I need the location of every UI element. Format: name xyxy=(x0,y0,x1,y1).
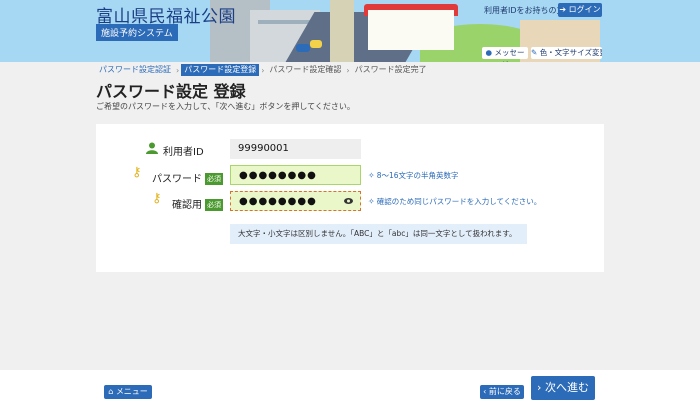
header-illustration-window xyxy=(258,20,312,24)
menu-button-label: メニュー xyxy=(115,387,148,396)
chat-bubble-icon: ● xyxy=(485,48,493,57)
header-illustration-school xyxy=(368,10,454,50)
header-illustration-tower xyxy=(330,0,354,62)
chevron-right-icon: › xyxy=(176,65,180,75)
login-button-label: ログイン xyxy=(568,5,601,14)
pencil-icon: ✎ xyxy=(531,48,538,57)
info-icon: ✧ xyxy=(368,171,375,180)
breadcrumb-step-register: パスワード設定登録 xyxy=(181,64,260,76)
key-icon: ⚷ xyxy=(152,191,162,206)
eye-icon[interactable] xyxy=(344,198,353,204)
chevron-right-icon: › xyxy=(537,381,542,394)
password-label: パスワード 必須 xyxy=(152,170,223,185)
user-id-label: 利用者ID xyxy=(163,147,204,158)
password-input[interactable]: ●●●●●●●● xyxy=(230,165,361,185)
font-size-button[interactable]: ✎ 色・文字サイズ変更 xyxy=(531,47,602,59)
breadcrumb-step-confirm: パスワード設定確認 xyxy=(269,65,342,74)
page-title: パスワード設定 登録 xyxy=(96,82,246,101)
info-icon: ✧ xyxy=(368,197,375,206)
back-button-label: 前に戻る xyxy=(488,387,521,396)
header: 富山県民福祉公園 施設予約システム 利用者IDをお持ちの方 ➔ ログイン ● メ… xyxy=(0,0,700,62)
system-name: 施設予約システム xyxy=(96,24,178,41)
font-size-button-label: 色・文字サイズ変更 xyxy=(539,48,602,57)
required-badge: 必須 xyxy=(205,173,223,185)
confirm-hint-text: 確認のため同じパスワードを入力してください。 xyxy=(376,197,542,206)
confirm-label-text: 確認用 xyxy=(172,200,202,211)
header-illustration-car xyxy=(310,40,322,48)
password-hint: ✧ 8～16文字の半角英数字 xyxy=(368,170,459,181)
breadcrumb-step-complete: パスワード設定完了 xyxy=(354,65,427,74)
login-prompt: 利用者IDをお持ちの方 xyxy=(484,6,565,15)
breadcrumb-step-auth[interactable]: パスワード設定認証 xyxy=(96,64,174,76)
next-button[interactable]: › 次へ進む xyxy=(531,376,595,400)
case-sensitivity-note: 大文字・小文字は区別しません。「ABC」と「abc」は同一文字として扱われます。 xyxy=(230,224,527,244)
confirm-label: 確認用 必須 xyxy=(172,196,223,211)
confirm-hint: ✧ 確認のため同じパスワードを入力してください。 xyxy=(368,196,541,207)
home-icon: ⌂ xyxy=(108,387,114,396)
confirm-password-input[interactable]: ●●●●●●●● xyxy=(230,191,361,211)
chevron-right-icon: › xyxy=(346,65,350,75)
user-icon xyxy=(146,142,158,154)
login-icon: ➔ xyxy=(559,5,567,14)
password-hint-text: 8～16文字の半角英数字 xyxy=(376,171,459,180)
message-button[interactable]: ● メッセージ xyxy=(482,47,528,62)
user-id-value: 99990001 xyxy=(230,139,361,159)
required-badge: 必須 xyxy=(205,199,223,211)
instruction-text: ご希望のパスワードを入力して、「次へ進む」ボタンを押してください。 xyxy=(96,102,355,111)
chevron-right-icon: › xyxy=(261,65,265,75)
key-icon: ⚷ xyxy=(132,165,142,180)
password-label-text: パスワード xyxy=(152,174,202,185)
header-illustration-car xyxy=(296,44,310,52)
chevron-left-icon: ‹ xyxy=(483,387,487,396)
breadcrumb: パスワード設定認証 › パスワード設定登録 › パスワード設定確認 › パスワー… xyxy=(96,64,430,76)
menu-button[interactable]: ⌂ メニュー xyxy=(104,385,152,399)
next-button-label: 次へ進む xyxy=(544,381,589,394)
login-button[interactable]: ➔ ログイン xyxy=(558,3,602,17)
back-button[interactable]: ‹ 前に戻る xyxy=(480,385,524,399)
